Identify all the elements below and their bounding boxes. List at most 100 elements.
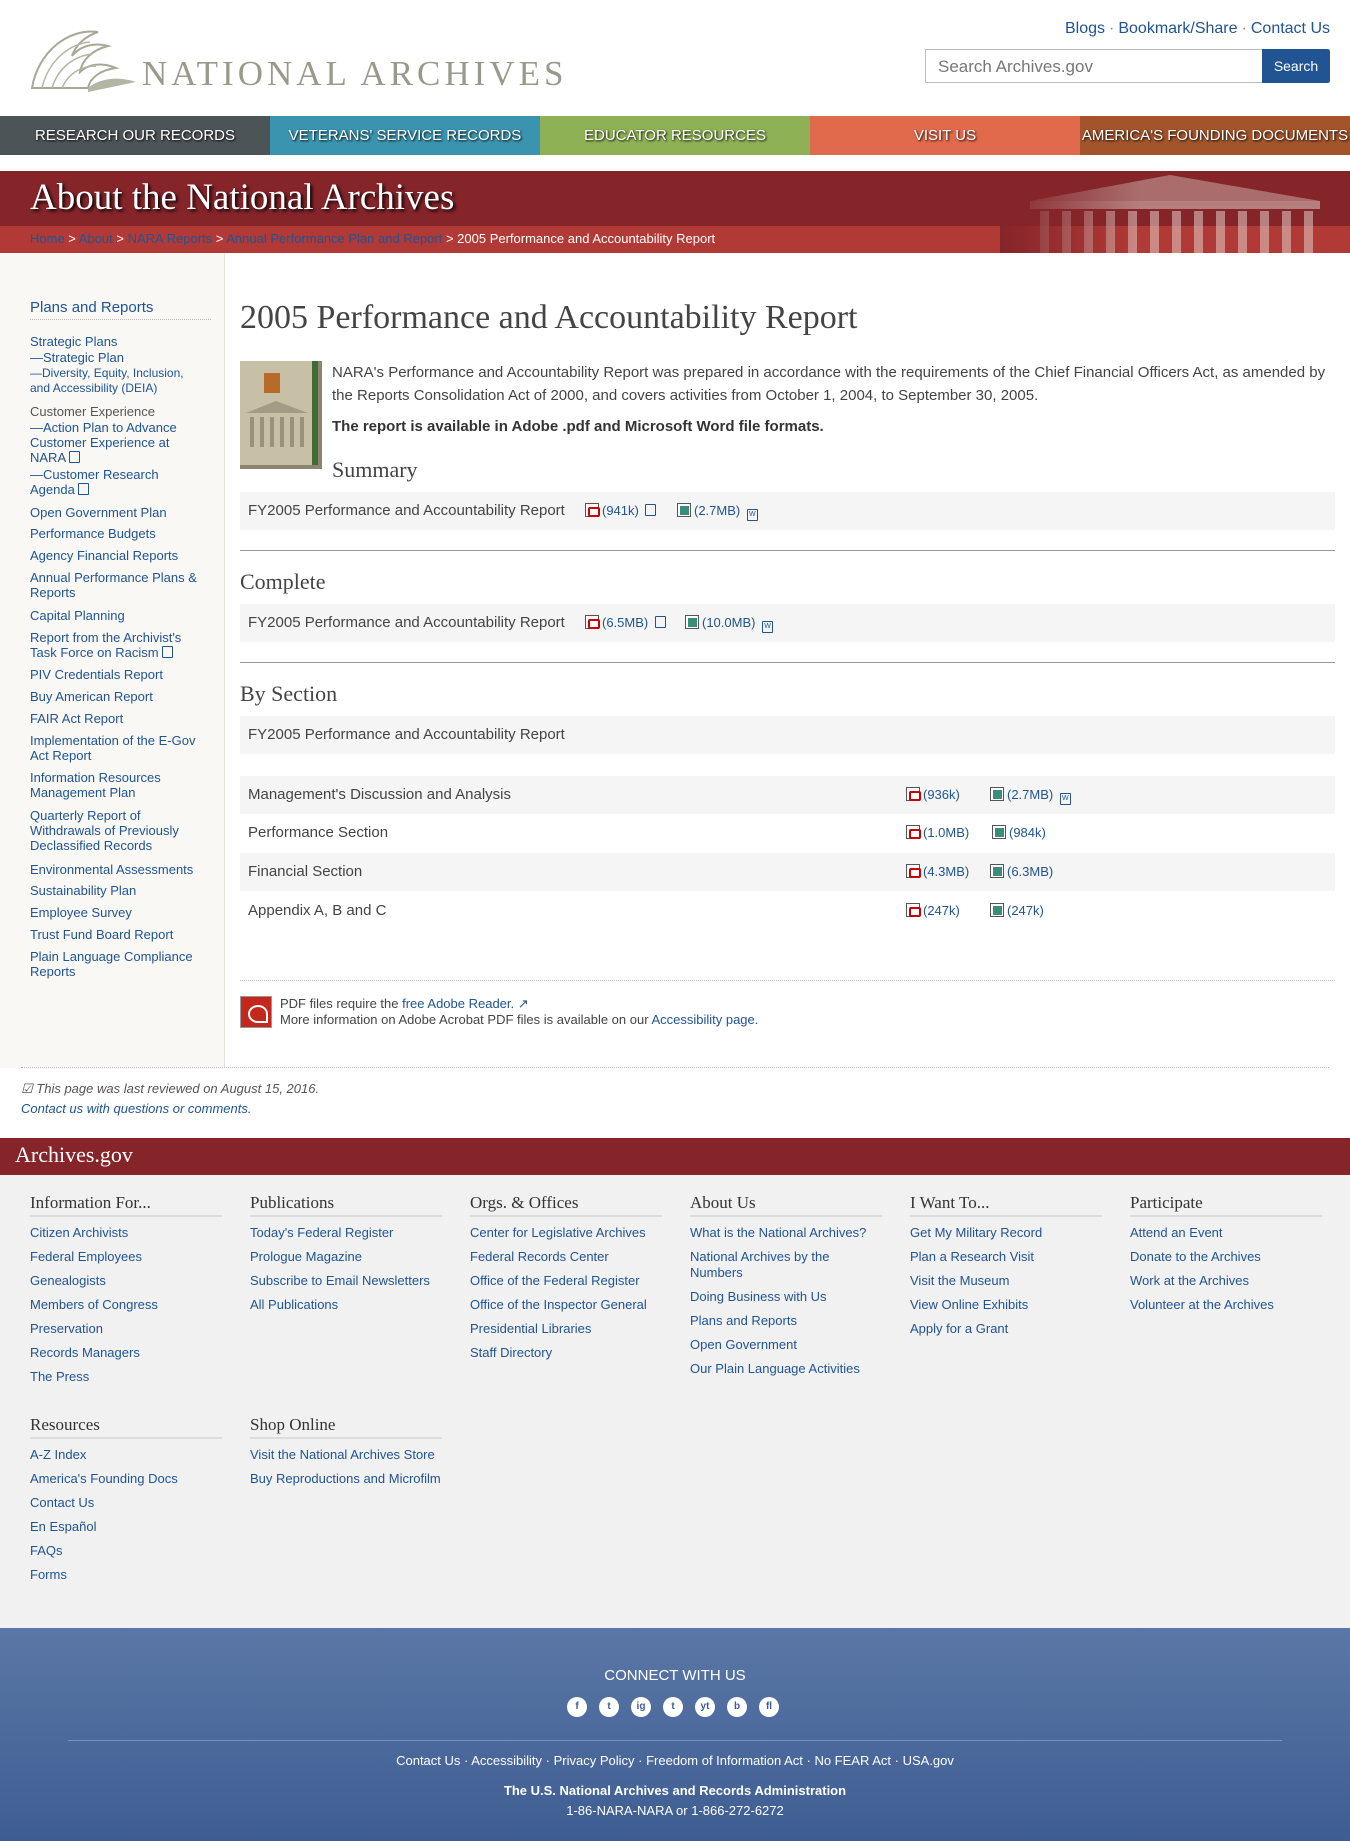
- breadcrumb-about[interactable]: About: [79, 231, 113, 246]
- footer-link[interactable]: Apply for a Grant: [910, 1321, 1102, 1337]
- national-archives-logo[interactable]: NATIONAL ARCHIVES: [28, 22, 563, 94]
- sidebar-item-strategic-plan[interactable]: —Strategic Plan: [30, 350, 205, 365]
- bookmark-share-link[interactable]: Bookmark/Share: [1118, 20, 1237, 37]
- footer-link[interactable]: Buy Reproductions and Microfilm: [250, 1471, 442, 1487]
- blog-icon[interactable]: b: [727, 1697, 747, 1717]
- footer-link[interactable]: Donate to the Archives: [1130, 1249, 1322, 1265]
- instagram-icon[interactable]: ig: [631, 1697, 651, 1717]
- footer-link[interactable]: National Archives by the Numbers: [690, 1249, 882, 1281]
- sidebar-item-cx-research-agenda[interactable]: —Customer Research Agenda: [30, 467, 205, 497]
- sidebar-item-plain-language[interactable]: Plain Language Compliance Reports: [30, 949, 205, 979]
- footer-accessibility-link[interactable]: Accessibility: [471, 1753, 542, 1768]
- sidebar-item-egov-act[interactable]: Implementation of the E-Gov Act Report: [30, 733, 205, 763]
- sidebar-item-annual-performance-plans[interactable]: Annual Performance Plans & Reports: [30, 570, 205, 600]
- facebook-icon[interactable]: f: [567, 1697, 587, 1717]
- footer-link[interactable]: FAQs: [30, 1543, 222, 1559]
- youtube-icon[interactable]: yt: [695, 1697, 715, 1717]
- footer-link[interactable]: Office of the Federal Register: [470, 1273, 662, 1289]
- sidebar-item-agency-financial-reports[interactable]: Agency Financial Reports: [30, 548, 205, 563]
- section-doc-link[interactable]: (6.3MB): [990, 864, 1053, 879]
- footer-link[interactable]: Our Plain Language Activities: [690, 1361, 882, 1377]
- breadcrumb-nara-reports[interactable]: NARA Reports: [128, 231, 213, 246]
- footer-link[interactable]: Attend an Event: [1130, 1225, 1322, 1241]
- sidebar-item-buy-american[interactable]: Buy American Report: [30, 689, 205, 704]
- sidebar-item-employee-survey[interactable]: Employee Survey: [30, 905, 205, 920]
- footer-link[interactable]: Prologue Magazine: [250, 1249, 442, 1265]
- blogs-link[interactable]: Blogs: [1065, 20, 1105, 37]
- contact-questions-link[interactable]: Contact us with questions or comments.: [21, 1101, 252, 1116]
- sidebar-item-task-force-racism[interactable]: Report from the Archivist's Task Force o…: [30, 630, 205, 660]
- nav-visit-us[interactable]: VISIT US: [810, 116, 1080, 155]
- footer-link[interactable]: Contact Us: [30, 1495, 222, 1511]
- footer-link[interactable]: Today's Federal Register: [250, 1225, 442, 1241]
- footer-usagov-link[interactable]: USA.gov: [903, 1753, 954, 1768]
- footer-link[interactable]: Visit the National Archives Store: [250, 1447, 442, 1463]
- footer-link[interactable]: Federal Records Center: [470, 1249, 662, 1265]
- nav-veterans-service-records[interactable]: VETERANS' SERVICE RECORDS: [270, 116, 540, 155]
- adobe-reader-link[interactable]: free Adobe Reader. ↗: [402, 996, 529, 1011]
- tumblr-icon[interactable]: t: [663, 1697, 683, 1717]
- footer-link[interactable]: Volunteer at the Archives: [1130, 1297, 1322, 1313]
- sidebar-item-deia[interactable]: —Diversity, Equity, Inclusion, and Acces…: [30, 366, 205, 396]
- footer-foia-link[interactable]: Freedom of Information Act: [646, 1753, 803, 1768]
- footer-link[interactable]: Federal Employees: [30, 1249, 222, 1265]
- footer-link[interactable]: Plan a Research Visit: [910, 1249, 1102, 1265]
- complete-pdf-link[interactable]: (6.5MB): [585, 615, 666, 630]
- sidebar-item-quarterly-withdrawals[interactable]: Quarterly Report of Withdrawals of Previ…: [30, 808, 205, 853]
- summary-pdf-link[interactable]: (941k): [585, 503, 657, 518]
- search-button[interactable]: Search: [1262, 49, 1330, 83]
- footer-privacy-link[interactable]: Privacy Policy: [554, 1753, 635, 1768]
- flickr-icon[interactable]: fl: [759, 1697, 779, 1717]
- nav-research-our-records[interactable]: RESEARCH OUR RECORDS: [0, 116, 270, 155]
- section-doc-link[interactable]: (2.7MB) W: [990, 787, 1071, 805]
- footer-link[interactable]: Open Government: [690, 1337, 882, 1353]
- sidebar-item-strategic-plans[interactable]: Strategic Plans: [30, 334, 205, 349]
- sidebar-item-capital-planning[interactable]: Capital Planning: [30, 608, 205, 623]
- sidebar-item-environmental-assessments[interactable]: Environmental Assessments: [30, 862, 205, 877]
- breadcrumb-home[interactable]: Home: [30, 231, 65, 246]
- section-doc-link[interactable]: (247k): [990, 903, 1044, 918]
- footer-link[interactable]: A-Z Index: [30, 1447, 222, 1463]
- footer-link[interactable]: Records Managers: [30, 1345, 222, 1361]
- section-pdf-link[interactable]: (1.0MB): [906, 825, 969, 840]
- footer-link[interactable]: Doing Business with Us: [690, 1289, 882, 1305]
- footer-link[interactable]: Members of Congress: [30, 1297, 222, 1313]
- twitter-icon[interactable]: t: [599, 1697, 619, 1717]
- sidebar-item-piv-credentials[interactable]: PIV Credentials Report: [30, 667, 205, 682]
- section-pdf-link[interactable]: (247k): [906, 903, 960, 918]
- sidebar-item-performance-budgets[interactable]: Performance Budgets: [30, 526, 205, 541]
- footer-link[interactable]: All Publications: [250, 1297, 442, 1313]
- footer-link[interactable]: Citizen Archivists: [30, 1225, 222, 1241]
- contact-us-link[interactable]: Contact Us: [1251, 20, 1330, 37]
- sidebar-item-fair-act[interactable]: FAIR Act Report: [30, 711, 205, 726]
- footer-link[interactable]: Subscribe to Email Newsletters: [250, 1273, 442, 1289]
- sidebar-item-cx-action-plan[interactable]: —Action Plan to Advance Customer Experie…: [30, 420, 205, 465]
- footer-link[interactable]: Center for Legislative Archives: [470, 1225, 662, 1241]
- nav-founding-documents[interactable]: AMERICA'S FOUNDING DOCUMENTS: [1080, 116, 1350, 155]
- sidebar-item-sustainability-plan[interactable]: Sustainability Plan: [30, 883, 205, 898]
- footer-site-name[interactable]: Archives.gov: [15, 1142, 133, 1168]
- footer-link[interactable]: En Español: [30, 1519, 222, 1535]
- footer-contact-link[interactable]: Contact Us: [396, 1753, 460, 1768]
- footer-link[interactable]: Visit the Museum: [910, 1273, 1102, 1289]
- footer-link[interactable]: Get My Military Record: [910, 1225, 1102, 1241]
- footer-link[interactable]: America's Founding Docs: [30, 1471, 222, 1487]
- footer-link[interactable]: Genealogists: [30, 1273, 222, 1289]
- footer-link[interactable]: What is the National Archives?: [690, 1225, 882, 1241]
- section-pdf-link[interactable]: (4.3MB): [906, 864, 969, 879]
- footer-link[interactable]: The Press: [30, 1369, 222, 1385]
- nav-educator-resources[interactable]: EDUCATOR RESOURCES: [540, 116, 810, 155]
- section-pdf-link[interactable]: (936k): [906, 787, 960, 802]
- footer-link[interactable]: Presidential Libraries: [470, 1321, 662, 1337]
- footer-link[interactable]: Preservation: [30, 1321, 222, 1337]
- footer-link[interactable]: Work at the Archives: [1130, 1273, 1322, 1289]
- summary-doc-link[interactable]: (2.7MB) W: [677, 503, 758, 521]
- sidebar-item-trust-fund-board[interactable]: Trust Fund Board Report: [30, 927, 205, 942]
- footer-link[interactable]: Plans and Reports: [690, 1313, 882, 1329]
- breadcrumb-annual-plan[interactable]: Annual Performance Plan and Report: [226, 231, 442, 246]
- footer-no-fear-link[interactable]: No FEAR Act: [814, 1753, 891, 1768]
- footer-link[interactable]: View Online Exhibits: [910, 1297, 1102, 1313]
- footer-link[interactable]: Staff Directory: [470, 1345, 662, 1361]
- complete-doc-link[interactable]: (10.0MB) W: [685, 615, 774, 633]
- footer-link[interactable]: Office of the Inspector General: [470, 1297, 662, 1313]
